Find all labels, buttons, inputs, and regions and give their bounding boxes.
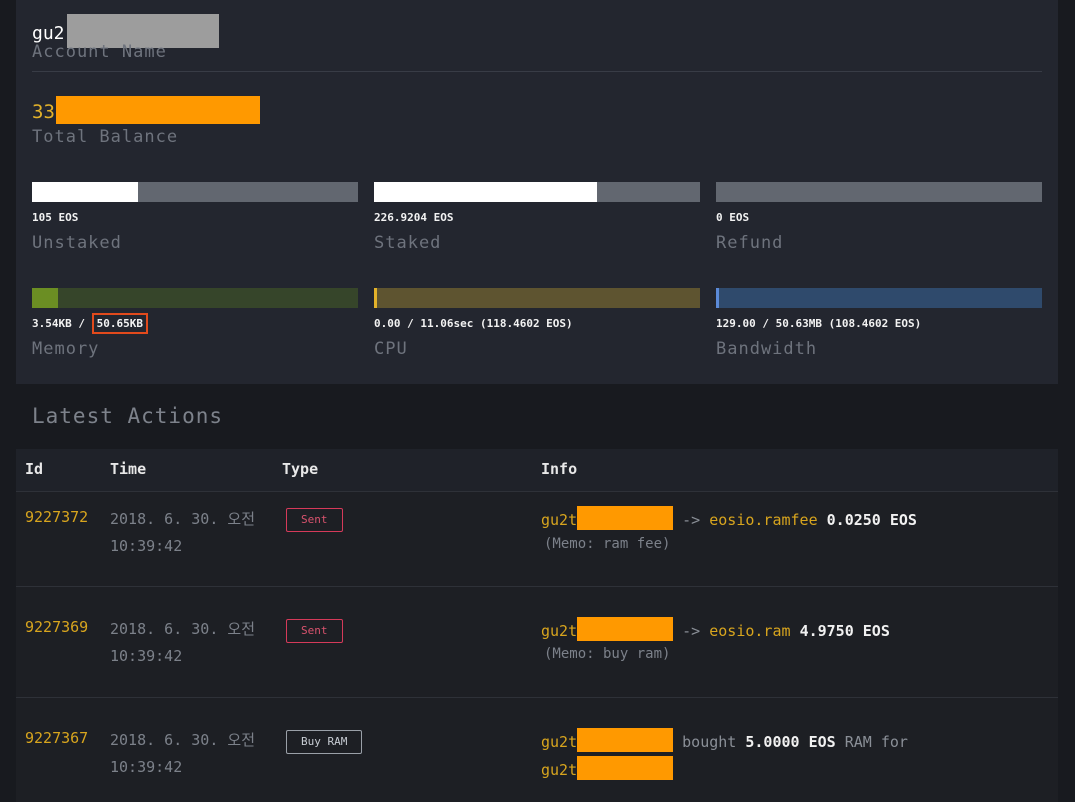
bandwidth-bar-fill [716, 288, 720, 308]
table-row[interactable]: 9227369 2018. 6. 30. 오전 10:39:42 Sent gu… [16, 587, 1058, 697]
account-name-label: Account Name [32, 42, 167, 62]
account-card: gu2 Account Name 33 Total Balance 105 EO… [16, 0, 1058, 384]
cpu-label: CPU [374, 339, 408, 359]
divider [32, 71, 1042, 72]
action-memo: (Memo: ram fee) [544, 536, 671, 552]
unstaked-bar-fill [32, 182, 138, 202]
redacted-account-block [577, 617, 674, 641]
action-id[interactable]: 9227367 [25, 728, 88, 748]
ram-receiver: gu2t [541, 756, 674, 781]
memory-label: Memory [32, 339, 100, 359]
table-row[interactable]: 9227367 2018. 6. 30. 오전 10:39:42 Buy RAM… [16, 698, 1058, 802]
transfer-amount: 0.0250 EOS [826, 511, 917, 529]
total-balance-label: Total Balance [32, 127, 179, 147]
refund-value: 0 EOS [716, 211, 750, 224]
cpu-value: 0.00 / 11.06sec (118.4602 EOS) [374, 317, 573, 330]
refund-bar [716, 182, 1042, 202]
action-info: gu2t -> eosio.ramfee 0.0250 EOS [541, 506, 917, 531]
action-time: 2018. 6. 30. 오전 10:39:42 [110, 731, 256, 776]
to-account[interactable]: eosio.ram [709, 622, 790, 640]
ram-amount: 5.0000 EOS [745, 733, 836, 751]
transfer-arrow: -> [682, 622, 701, 640]
redacted-account-block [577, 506, 674, 530]
action-memo: (Memo: buy ram) [544, 646, 671, 662]
type-badge-buy-ram: Buy RAM [286, 730, 363, 754]
action-info: gu2t bought 5.0000 EOS RAM for [541, 728, 908, 753]
bandwidth-bar [716, 288, 1042, 308]
type-badge-sent: Sent [286, 508, 343, 532]
staked-value: 226.9204 EOS [374, 211, 454, 224]
to-account[interactable]: eosio.ramfee [709, 511, 817, 529]
redacted-account-block [577, 756, 674, 780]
header-time: Time [110, 460, 147, 478]
memory-used: 3.54KB [32, 317, 72, 330]
balance-prefix: 33 [32, 101, 55, 123]
action-id[interactable]: 9227369 [25, 617, 88, 637]
staked-bar [374, 182, 700, 202]
staked-bar-fill [374, 182, 597, 202]
refund-label: Refund [716, 233, 784, 253]
action-info: gu2t -> eosio.ram 4.9750 EOS [541, 617, 890, 642]
ram-for-text: RAM for [844, 733, 908, 751]
unstaked-value: 105 EOS [32, 211, 79, 224]
header-info: Info [541, 460, 578, 478]
unstaked-bar [32, 182, 358, 202]
from-account[interactable]: gu2t [541, 511, 577, 529]
type-badge-sent: Sent [286, 619, 343, 643]
redacted-account-block [577, 728, 674, 752]
receiver-account[interactable]: gu2t [541, 761, 577, 779]
transfer-amount: 4.9750 EOS [799, 622, 890, 640]
actions-table-header: Id Time Type Info [16, 449, 1058, 491]
memory-separator: / [71, 317, 92, 330]
memory-bar-fill [32, 288, 59, 308]
memory-bar [32, 288, 358, 308]
unstaked-label: Unstaked [32, 233, 122, 253]
buyer-account[interactable]: gu2t [541, 733, 577, 751]
staked-label: Staked [374, 233, 442, 253]
total-balance: 33 [32, 96, 260, 124]
table-row[interactable]: 9227372 2018. 6. 30. 오전 10:39:42 Sent gu… [16, 492, 1058, 586]
transfer-arrow: -> [682, 511, 701, 529]
cpu-bar-fill [374, 288, 378, 308]
redacted-balance-block [55, 96, 260, 124]
cpu-bar [374, 288, 700, 308]
memory-value: 3.54KB / 50.65KB [32, 313, 148, 334]
memory-total-highlight: 50.65KB [91, 313, 148, 334]
action-id[interactable]: 9227372 [25, 507, 88, 527]
action-time: 2018. 6. 30. 오전 10:39:42 [110, 620, 256, 665]
bandwidth-value: 129.00 / 50.63MB (108.4602 EOS) [716, 317, 922, 330]
from-account[interactable]: gu2t [541, 622, 577, 640]
header-type: Type [282, 460, 319, 478]
bandwidth-label: Bandwidth [716, 339, 818, 359]
latest-actions-title: Latest Actions [32, 404, 224, 428]
header-id: Id [25, 460, 44, 478]
action-time: 2018. 6. 30. 오전 10:39:42 [110, 510, 256, 555]
bought-verb: bought [682, 733, 737, 751]
